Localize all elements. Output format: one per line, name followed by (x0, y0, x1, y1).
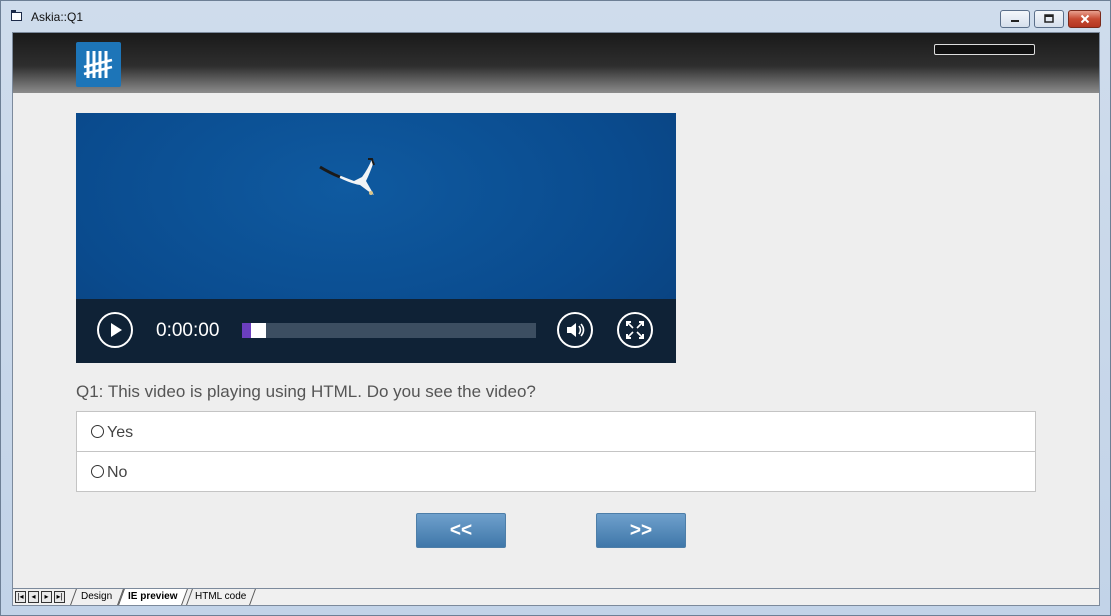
header-progress-field (934, 44, 1035, 55)
minimize-button[interactable] (1000, 10, 1030, 28)
video-controls: 0:00:00 (76, 299, 676, 363)
tab-html-code[interactable]: HTML code (186, 589, 256, 605)
play-button[interactable] (97, 312, 133, 348)
tab-ie-preview[interactable]: IE preview (118, 589, 188, 605)
no-radio[interactable] (91, 465, 104, 478)
app-window: Askia::Q1 0:00:00 Q1: This video is play… (0, 0, 1111, 616)
volume-icon (567, 323, 585, 337)
survey-header (13, 33, 1099, 93)
tab-ie-preview-label: IE preview (128, 591, 178, 602)
next-button[interactable]: >> (596, 513, 686, 548)
answer-yes[interactable]: Yes (76, 411, 1036, 452)
tab-html-code-label: HTML code (195, 591, 247, 602)
volume-button[interactable] (557, 312, 593, 348)
answer-yes-label: Yes (107, 424, 134, 441)
app-window-icon (11, 10, 22, 21)
fullscreen-button[interactable] (617, 312, 653, 348)
maximize-button[interactable] (1034, 10, 1064, 28)
question-text: Q1: This video is playing using HTML. Do… (76, 382, 536, 401)
fullscreen-icon (626, 321, 644, 339)
tab-scroll-last-button[interactable]: ▸| (54, 591, 65, 603)
tab-scroll-next-button[interactable]: ▸ (41, 591, 52, 603)
play-icon (111, 323, 122, 337)
title-bar[interactable]: Askia::Q1 (1, 1, 1110, 31)
askia-tally-icon (83, 51, 113, 78)
window-title: Askia::Q1 (31, 10, 84, 24)
previous-button[interactable]: << (416, 513, 506, 548)
tab-scroll-first-button[interactable]: |◂ (15, 591, 26, 603)
maximize-icon (1044, 14, 1054, 23)
video-progress-fill (242, 323, 251, 338)
video-frame-gannet (319, 158, 375, 195)
answer-no-label: No (107, 464, 128, 481)
video-player[interactable]: 0:00:00 (76, 113, 676, 363)
tab-design-label: Design (81, 591, 113, 602)
view-tabs: |◂ ◂ ▸ ▸| Design IE preview HTML code (12, 589, 1100, 606)
askia-tally-logo (76, 42, 121, 87)
minimize-icon (1011, 20, 1019, 23)
close-button[interactable] (1068, 10, 1101, 28)
tab-scroll-prev-button[interactable]: ◂ (28, 591, 39, 603)
video-seek-handle[interactable] (251, 323, 266, 338)
ie-preview-pane: 0:00:00 Q1: This video is playing using … (12, 32, 1100, 589)
video-time: 0:00:00 (156, 320, 220, 341)
video-seek-bar[interactable] (242, 323, 536, 338)
tab-design[interactable]: Design (70, 589, 124, 605)
answer-no[interactable]: No (76, 451, 1036, 492)
yes-radio[interactable] (91, 425, 104, 438)
close-icon (1080, 14, 1089, 24)
